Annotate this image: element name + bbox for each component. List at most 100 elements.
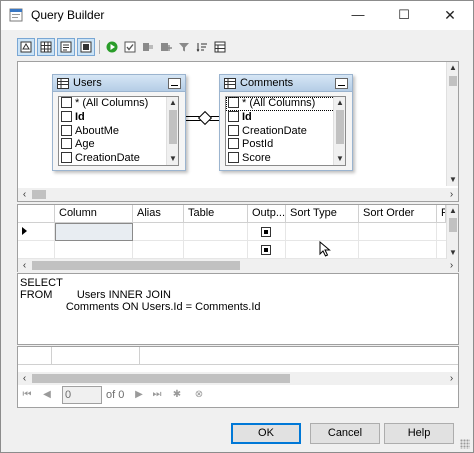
scroll-thumb[interactable]: [32, 261, 240, 270]
maximize-button[interactable]: ☐: [381, 1, 427, 30]
sort-type-cell[interactable]: [286, 223, 359, 241]
scroll-thumb[interactable]: [449, 76, 457, 86]
scroll-up-icon[interactable]: ▲: [447, 62, 459, 74]
table-header[interactable]: Comments: [220, 75, 352, 92]
scroll-left-icon[interactable]: ‹: [18, 188, 31, 201]
sql-pane-toggle[interactable]: [57, 38, 75, 56]
minimize-button[interactable]: —: [335, 1, 381, 30]
scroll-right-icon[interactable]: ›: [445, 259, 458, 272]
minimize-table-button[interactable]: [335, 78, 348, 89]
column-checkbox[interactable]: [228, 124, 239, 136]
scroll-down-icon[interactable]: ▼: [447, 174, 459, 186]
add-table-button[interactable]: [157, 38, 175, 56]
column-header-alias[interactable]: Alias: [133, 205, 184, 223]
output-checkbox[interactable]: [261, 245, 271, 255]
table-box-users[interactable]: Users * (All Columns) Id AboutMe Age Cre…: [52, 74, 186, 171]
column-header-sort-order[interactable]: Sort Order: [359, 205, 437, 223]
next-record-icon[interactable]: ▶: [132, 387, 146, 403]
column-item[interactable]: Score: [226, 152, 345, 165]
table-cell[interactable]: [184, 223, 248, 241]
column-checkbox[interactable]: [61, 110, 72, 122]
scroll-down-icon[interactable]: ▼: [334, 153, 345, 165]
column-item[interactable]: * (All Columns): [59, 97, 178, 111]
output-cell[interactable]: [248, 223, 286, 241]
sort-order-cell[interactable]: [359, 241, 437, 259]
sql-pane[interactable]: SELECT FROM Users INNER JOIN Comments ON…: [17, 273, 459, 345]
column-checkbox[interactable]: [61, 124, 72, 136]
column-item[interactable]: Age: [59, 138, 178, 152]
column-item[interactable]: CreationDate: [226, 124, 345, 139]
diagram-pane-toggle[interactable]: [17, 38, 35, 56]
scroll-thumb[interactable]: [32, 374, 290, 383]
scroll-down-icon[interactable]: ▼: [167, 153, 178, 165]
criteria-grid-pane[interactable]: Column Alias Table Outp... Sort Type Sor…: [17, 204, 459, 272]
results-pane-toggle[interactable]: [77, 38, 95, 56]
row-selector[interactable]: [18, 223, 55, 241]
scroll-up-icon[interactable]: ▲: [167, 97, 178, 109]
results-horizontal-scrollbar[interactable]: ‹ ›: [18, 372, 458, 385]
column-list[interactable]: * (All Columns) Id AboutMe Age CreationD…: [58, 96, 179, 166]
column-checkbox[interactable]: [61, 152, 72, 164]
last-record-icon[interactable]: ⏭: [150, 387, 164, 403]
table-header[interactable]: Users: [53, 75, 185, 92]
add-group-by-button[interactable]: [139, 38, 157, 56]
column-cell[interactable]: [55, 223, 133, 241]
output-checkbox[interactable]: [261, 227, 271, 237]
column-checkbox[interactable]: [61, 97, 72, 108]
column-checkbox[interactable]: [228, 152, 239, 164]
record-position-input[interactable]: [62, 386, 102, 404]
column-list[interactable]: * (All Columns) Id CreationDate PostId S…: [225, 96, 346, 166]
alias-cell[interactable]: [133, 241, 184, 259]
table-box-comments[interactable]: Comments * (All Columns) Id CreationDate…: [219, 74, 353, 171]
resize-grip-icon[interactable]: [460, 439, 470, 449]
scroll-left-icon[interactable]: ‹: [18, 372, 31, 385]
cancel-button[interactable]: Cancel: [310, 423, 380, 444]
properties-button[interactable]: [211, 38, 229, 56]
column-header-column[interactable]: Column: [55, 205, 133, 223]
scroll-right-icon[interactable]: ›: [445, 188, 458, 201]
table-cell[interactable]: [184, 241, 248, 259]
execute-button[interactable]: [103, 38, 121, 56]
column-item[interactable]: PostId: [226, 138, 345, 152]
column-header-output[interactable]: Outp...: [248, 205, 286, 223]
sort-order-cell[interactable]: [359, 223, 437, 241]
scroll-thumb[interactable]: [32, 190, 46, 199]
alias-cell[interactable]: [133, 223, 184, 241]
output-cell[interactable]: [248, 241, 286, 259]
close-button[interactable]: ✕: [427, 1, 473, 30]
grid-pane-toggle[interactable]: [37, 38, 55, 56]
scroll-left-icon[interactable]: ‹: [18, 259, 31, 272]
join-diamond-icon[interactable]: [197, 110, 213, 126]
column-checkbox[interactable]: [228, 97, 239, 108]
scroll-thumb[interactable]: [169, 110, 177, 144]
filter-button[interactable]: [175, 38, 193, 56]
column-item[interactable]: Id: [226, 110, 345, 125]
minimize-table-button[interactable]: [168, 78, 181, 89]
table-row[interactable]: [18, 223, 446, 241]
diagram-vertical-scrollbar[interactable]: ▲ ▼: [446, 62, 458, 186]
help-button[interactable]: Help: [384, 423, 454, 444]
column-item[interactable]: Id: [59, 110, 178, 125]
column-checkbox[interactable]: [228, 110, 239, 122]
grid-vertical-scrollbar[interactable]: ▲ ▼: [446, 205, 458, 259]
previous-record-icon[interactable]: ◀: [40, 387, 54, 403]
diagram-horizontal-scrollbar[interactable]: ‹ ›: [18, 188, 458, 201]
scroll-right-icon[interactable]: ›: [445, 372, 458, 385]
verify-sql-button[interactable]: [121, 38, 139, 56]
column-header-filter[interactable]: F: [437, 205, 446, 223]
column-checkbox[interactable]: [228, 138, 239, 150]
table-row[interactable]: [18, 241, 446, 259]
column-list-scrollbar[interactable]: ▲ ▼: [333, 97, 345, 165]
column-cell[interactable]: [55, 241, 133, 259]
ok-button[interactable]: OK: [231, 423, 301, 444]
column-item[interactable]: AboutMe: [59, 124, 178, 139]
column-checkbox[interactable]: [61, 138, 72, 150]
column-list-scrollbar[interactable]: ▲ ▼: [166, 97, 178, 165]
column-header-table[interactable]: Table: [184, 205, 248, 223]
results-column-header[interactable]: [52, 347, 140, 365]
sort-button[interactable]: [193, 38, 211, 56]
grid-horizontal-scrollbar[interactable]: ‹ ›: [18, 259, 458, 272]
scroll-thumb[interactable]: [449, 218, 457, 232]
column-item[interactable]: * (All Columns): [226, 97, 345, 111]
scroll-down-icon[interactable]: ▼: [447, 247, 459, 259]
